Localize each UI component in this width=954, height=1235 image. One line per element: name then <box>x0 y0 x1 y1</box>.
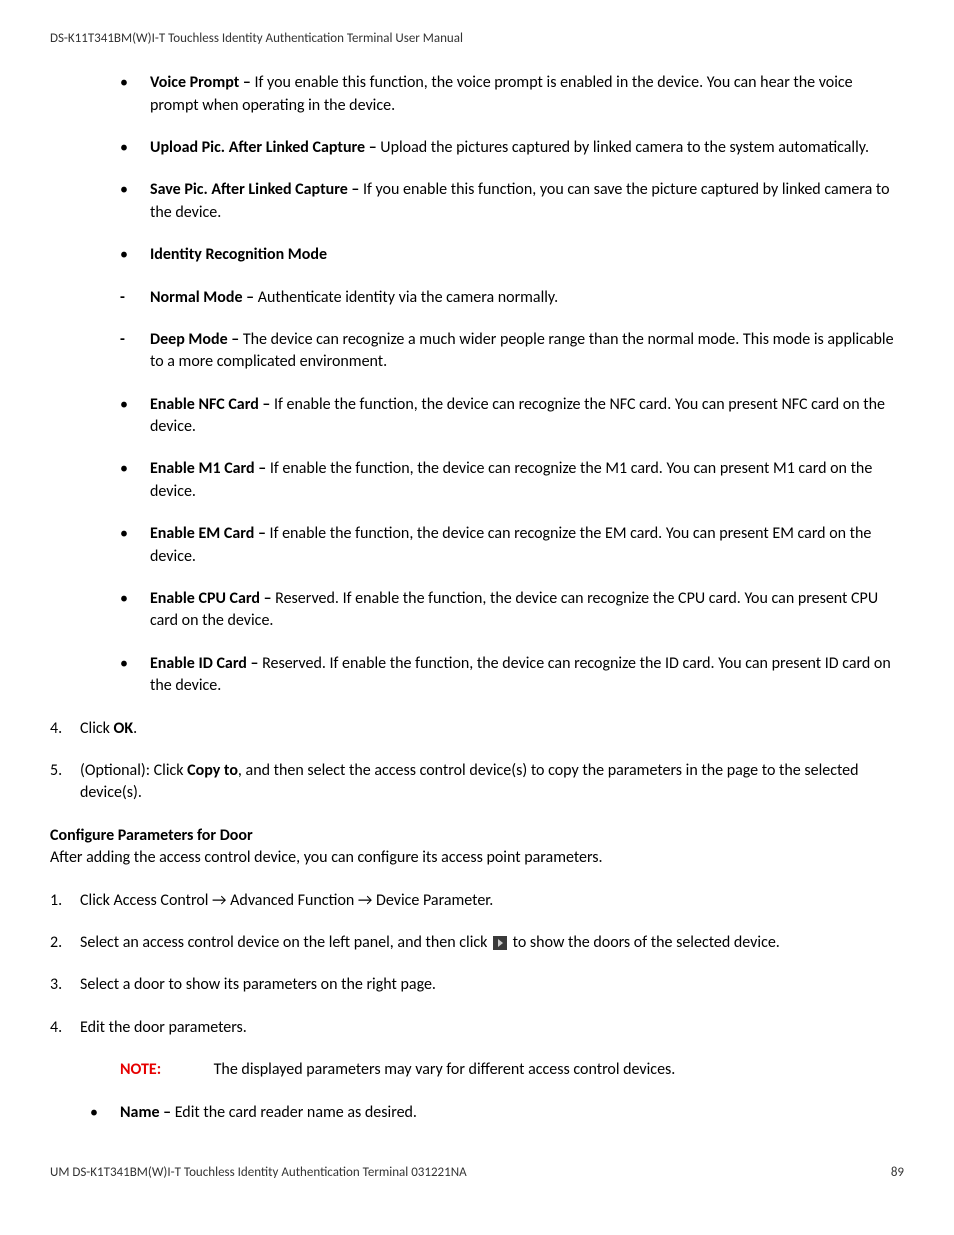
item-label: Voice Prompt – <box>150 73 255 92</box>
note-row: NOTE: The displayed parameters may vary … <box>50 1059 904 1081</box>
page-header: DS-K11T341BM(W)I-T Touchless Identity Au… <box>50 30 904 48</box>
feature-bullets-1: Voice Prompt – If you enable this functi… <box>50 72 904 266</box>
list-item: Enable NFC Card – If enable the function… <box>120 394 904 439</box>
door-step-3: 3. Select a door to show its parameters o… <box>50 974 904 996</box>
step-num: 1. <box>50 890 62 912</box>
list-item: Upload Pic. After Linked Capture – Uploa… <box>120 137 904 159</box>
step-num: 5. <box>50 760 62 782</box>
list-item: Normal Mode – Authenticate identity via … <box>120 287 904 309</box>
step-bold: OK <box>114 719 134 738</box>
step-num: 4. <box>50 718 62 740</box>
step-pre: (Optional): Click <box>80 761 187 780</box>
item-label: Identity Recognition Mode <box>150 245 327 264</box>
step-4: 4. Click OK. <box>50 718 904 740</box>
list-item: Enable ID Card – Reserved. If enable the… <box>120 653 904 698</box>
section-intro: After adding the access control device, … <box>50 847 904 869</box>
step-post: to show the doors of the selected device… <box>509 933 780 952</box>
list-item: Voice Prompt – If you enable this functi… <box>120 72 904 117</box>
page-footer: UM DS-K1T341BM(W)I-T Touchless Identity … <box>50 1164 904 1182</box>
item-text: If you enable this function, the voice p… <box>150 73 853 114</box>
list-item: Enable CPU Card – Reserved. If enable th… <box>120 588 904 633</box>
feature-bullets-2: Enable NFC Card – If enable the function… <box>50 394 904 698</box>
note-text: The displayed parameters may vary for di… <box>214 1060 676 1079</box>
item-label: Enable ID Card – <box>150 654 262 673</box>
item-label: Enable CPU Card – <box>150 589 275 608</box>
item-label: Name – <box>120 1103 175 1122</box>
list-item: Name – Edit the card reader name as desi… <box>90 1102 904 1124</box>
item-label: Save Pic. After Linked Capture – <box>150 180 363 199</box>
door-step-2: 2. Select an access control device on the… <box>50 932 904 954</box>
step-post: . <box>133 719 137 738</box>
item-label: Deep Mode – <box>150 330 243 349</box>
footer-page-number: 89 <box>891 1164 904 1182</box>
item-text: Reserved. If enable the function, the de… <box>150 654 891 695</box>
list-item: Deep Mode – The device can recognize a m… <box>120 329 904 374</box>
item-label: Enable M1 Card – <box>150 459 270 478</box>
note-label: NOTE: <box>120 1059 210 1081</box>
steps-continued: 4.Click OK. 5.(Optional): Click Copy to,… <box>50 718 904 805</box>
item-label: Enable EM Card – <box>150 524 270 543</box>
item-text: The device can recognize a much wider pe… <box>150 330 894 371</box>
step-num: 4. <box>50 1017 62 1039</box>
mode-dashes: Normal Mode – Authenticate identity via … <box>50 287 904 374</box>
list-item: Enable EM Card – If enable the function,… <box>120 523 904 568</box>
door-steps: 1. Click Access Control → Advanced Functi… <box>50 890 904 1040</box>
step-num: 3. <box>50 974 62 996</box>
item-label: Upload Pic. After Linked Capture – <box>150 138 380 157</box>
step-pre: Select an access control device on the l… <box>80 933 491 952</box>
item-text: Authenticate identity via the camera nor… <box>258 288 558 307</box>
item-text: Edit the card reader name as desired. <box>175 1103 417 1122</box>
item-text: Upload the pictures captured by linked c… <box>380 138 869 157</box>
list-item: Save Pic. After Linked Capture – If you … <box>120 179 904 224</box>
step-text: Edit the door parameters. <box>80 1018 247 1037</box>
expand-icon <box>493 936 507 950</box>
step-text: Click Access Control → Advanced Function… <box>80 891 493 910</box>
step-pre: Click <box>80 719 114 738</box>
door-step-1: 1. Click Access Control → Advanced Functi… <box>50 890 904 912</box>
step-text: Select a door to show its parameters on … <box>80 975 436 994</box>
step-5: 5.(Optional): Click Copy to, and then se… <box>50 760 904 805</box>
list-item: Identity Recognition Mode <box>120 244 904 266</box>
door-step-4: 4. Edit the door parameters. <box>50 1017 904 1039</box>
door-param-bullets: Name – Edit the card reader name as desi… <box>50 1102 904 1124</box>
item-label: Normal Mode – <box>150 288 258 307</box>
step-bold: Copy to <box>187 761 238 780</box>
step-num: 2. <box>50 932 62 954</box>
section-title-door: Configure Parameters for Door <box>50 825 904 847</box>
footer-left: UM DS-K1T341BM(W)I-T Touchless Identity … <box>50 1164 467 1182</box>
list-item: Enable M1 Card – If enable the function,… <box>120 458 904 503</box>
item-label: Enable NFC Card – <box>150 395 274 414</box>
